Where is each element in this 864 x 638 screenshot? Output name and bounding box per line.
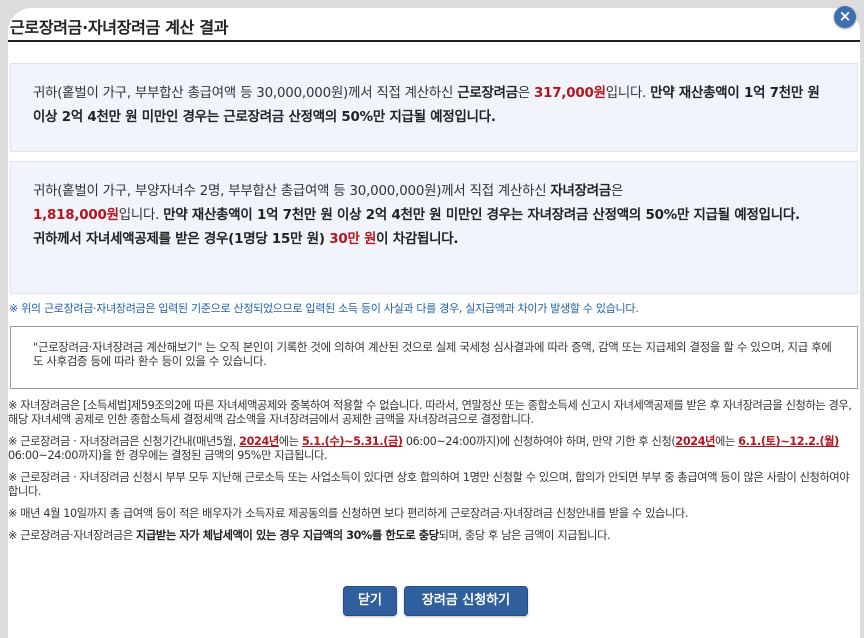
result2-after: 입니다. <box>118 208 164 223</box>
note2-period1: 5.1.(수)~5.31.(금) <box>301 435 403 448</box>
note2-year2: 2024년 <box>675 435 716 448</box>
note5-bold: 지급받는 자가 체납세액이 있는 경우 지급액의 30%를 한도로 충당 <box>136 529 439 542</box>
note-child-deduction: ※ 자녀장려금은 [소득세법]제59조의2에 따른 자녀세액공제와 중복하여 적… <box>8 399 852 426</box>
note-consent: ※ 매년 4월 10일까지 총 급여액 등이 적은 배우자가 소득자료 제공동의… <box>8 507 689 520</box>
note-application-period: ※ 근로장려금 · 자녀장려금은 신청기간내(매년5월, 2024년에는 5.1… <box>8 435 856 463</box>
result2-intro: 귀하(홑벌이 가구, 부양자녀수 2명, 부부합산 총급여액 등 30,000,… <box>33 184 551 199</box>
note-couple-application: ※ 근로장려금 · 자녀장려금 신청시 부부 모두 지난해 근로소득 또는 사업… <box>8 471 850 498</box>
close-button[interactable]: 닫기 <box>343 586 397 616</box>
note2-part-d: 에는 <box>715 435 739 448</box>
deduction-pre: 귀하께서 자녀세액공제를 받은 경우(1명당 15만 원) <box>33 232 330 247</box>
note5-part-b: 되며, 충당 후 남은 금액이 지급됩니다. <box>438 529 611 542</box>
result2-term: 자녀장려금 <box>550 184 612 199</box>
result1-mid: 은 <box>517 86 535 101</box>
note2-year1: 2024년 <box>239 435 279 448</box>
result2-warning: 만약 재산총액이 1억 7천만 원 이상 2억 4천만 원 미만인 경우는 자녀… <box>163 208 800 223</box>
close-icon[interactable]: × <box>834 6 856 28</box>
deduction-amount: 30만 원 <box>329 232 377 247</box>
note2-part-e: 06:00~24:00까지)을 한 경우에는 결정된 금액의 95%만 지급됩니… <box>8 449 328 462</box>
calculation-basis-note: ※ 위의 근로장려금·자녀장려금은 입력된 기준으로 산정되었으므로 입력된 소… <box>9 302 639 315</box>
apply-incentive-button[interactable]: 장려금 신청하기 <box>404 586 528 616</box>
header-divider <box>8 40 860 42</box>
result1-after: 입니다. <box>605 86 651 101</box>
work-incentive-result-box: 귀하(홑벌이 가구, 부부합산 총급여액 등 30,000,000원)께서 직접… <box>10 63 858 152</box>
result1-intro: 귀하(홑벌이 가구, 부부합산 총급여액 등 30,000,000원)께서 직접… <box>33 86 458 101</box>
dialog-header: 근로장려금·자녀장려금 계산 결과 × <box>8 6 860 42</box>
note2-part-b: 에는 <box>278 435 302 448</box>
deduction-post: 이 차감됩니다. <box>376 232 459 247</box>
notes-list: ※ 자녀장려금은 [소득세법]제59조의2에 따른 자녀세액공제와 중복하여 적… <box>8 399 856 551</box>
disclaimer-box: "근로장려금·자녀장려금 계산해보기" 는 오직 본인이 기록한 것에 의하여 … <box>10 326 858 389</box>
note-arrears: ※ 근로장려금·자녀장려금은 지급받는 자가 체납세액이 있는 경우 지급액의 … <box>8 529 856 543</box>
note2-part-a: ※ 근로장려금 · 자녀장려금은 신청기간내(매년5월, <box>8 435 240 448</box>
result-dialog: 근로장려금·자녀장려금 계산 결과 × 귀하(홑벌이 가구, 부부합산 총급여액… <box>8 6 860 638</box>
result1-term: 근로장려금 <box>457 86 518 101</box>
child-incentive-amount: 1,818,000원 <box>33 208 119 223</box>
dialog-title: 근로장려금·자녀장려금 계산 결과 <box>10 18 229 37</box>
note2-period2: 6.1.(토)~12.2.(월) <box>738 435 839 448</box>
work-incentive-amount: 317,000원 <box>534 86 606 101</box>
result2-mid: 은 <box>611 184 624 199</box>
note2-part-c: 06:00~24:00까지)에 신청하여야 하며, 만약 기한 후 신청( <box>402 435 676 448</box>
child-incentive-result-box: 귀하(홑벌이 가구, 부양자녀수 2명, 부부합산 총급여액 등 30,000,… <box>10 161 858 294</box>
note5-part-a: ※ 근로장려금·자녀장려금은 <box>8 529 137 542</box>
